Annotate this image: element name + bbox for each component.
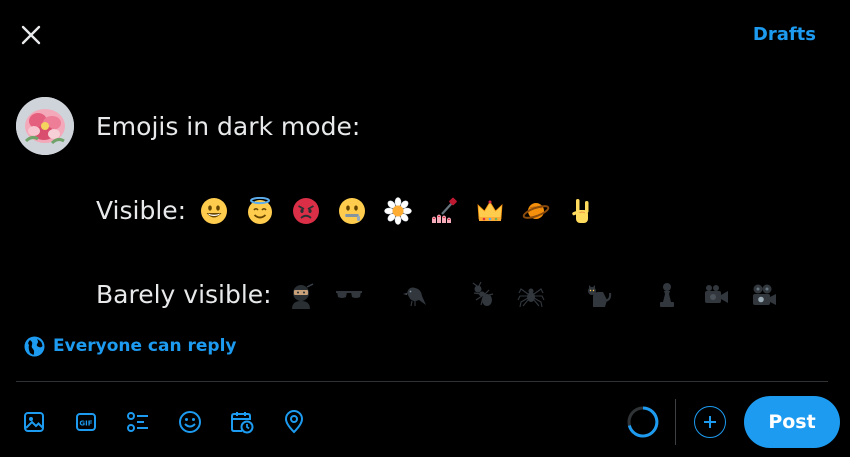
image-icon	[24, 412, 44, 432]
poll-button[interactable]	[120, 404, 156, 440]
post-button[interactable]: Post	[744, 396, 840, 448]
schedule-button[interactable]	[224, 404, 260, 440]
close-icon	[21, 25, 41, 45]
zipper-mouth-face-emoji	[339, 198, 366, 224]
ringed-planet-emoji	[522, 203, 550, 219]
video-camera-emoji	[704, 285, 728, 303]
schedule-icon	[231, 412, 254, 434]
emoji-button[interactable]	[172, 404, 208, 440]
compose-text-area[interactable]: Emojis in dark mode: Visible: Barely vis…	[96, 106, 816, 316]
drafts-button[interactable]: Drafts	[753, 24, 816, 45]
divider	[16, 381, 828, 382]
nail-polish-emoji	[432, 197, 457, 223]
sign-of-the-horns-emoji	[572, 199, 589, 223]
location-button[interactable]	[276, 404, 312, 440]
black-bird-emoji	[402, 287, 426, 307]
compose-line-title: Emojis in dark mode:	[96, 112, 361, 141]
gif-icon: GIF	[76, 413, 96, 431]
compose-line-barely-visible: Barely visible:	[96, 274, 816, 316]
flower-avatar-image	[16, 97, 74, 155]
plus-icon	[704, 416, 716, 428]
emoji-icon	[179, 411, 201, 433]
chess-pawn-emoji	[659, 283, 674, 307]
character-progress-ring	[627, 406, 659, 438]
smiling-face-with-halo-emoji	[248, 197, 273, 224]
globe-icon	[24, 336, 45, 356]
gif-icon-text: GIF	[79, 420, 92, 428]
compose-line-visible: Visible:	[96, 190, 816, 232]
black-cat-emoji	[587, 285, 611, 307]
spider-emoji	[517, 288, 545, 308]
daisy-emoji	[384, 197, 412, 225]
location-icon	[284, 410, 304, 434]
ant-emoji	[472, 281, 493, 306]
compose-actions: Post	[625, 396, 840, 448]
media-button[interactable]	[16, 404, 52, 440]
add-post-button[interactable]	[694, 406, 726, 438]
grinning-face-emoji	[201, 198, 228, 224]
reply-setting-label: Everyone can reply	[53, 336, 237, 356]
compose-toolbar: GIF	[16, 404, 328, 440]
pouting-face-emoji	[293, 198, 320, 224]
toolbar-separator	[675, 399, 676, 445]
barely-visible-label: Barely visible:	[96, 280, 272, 309]
poll-icon	[127, 412, 148, 432]
movie-camera-emoji	[752, 284, 776, 305]
crown-emoji	[477, 200, 503, 221]
dark-sunglasses-emoji	[335, 291, 362, 298]
close-button[interactable]	[14, 18, 48, 52]
avatar[interactable]	[16, 97, 74, 155]
reply-setting-button[interactable]: Everyone can reply	[24, 334, 236, 358]
visible-label: Visible:	[96, 196, 187, 225]
gif-button[interactable]: GIF	[68, 404, 104, 440]
ninja-emoji	[291, 283, 313, 309]
